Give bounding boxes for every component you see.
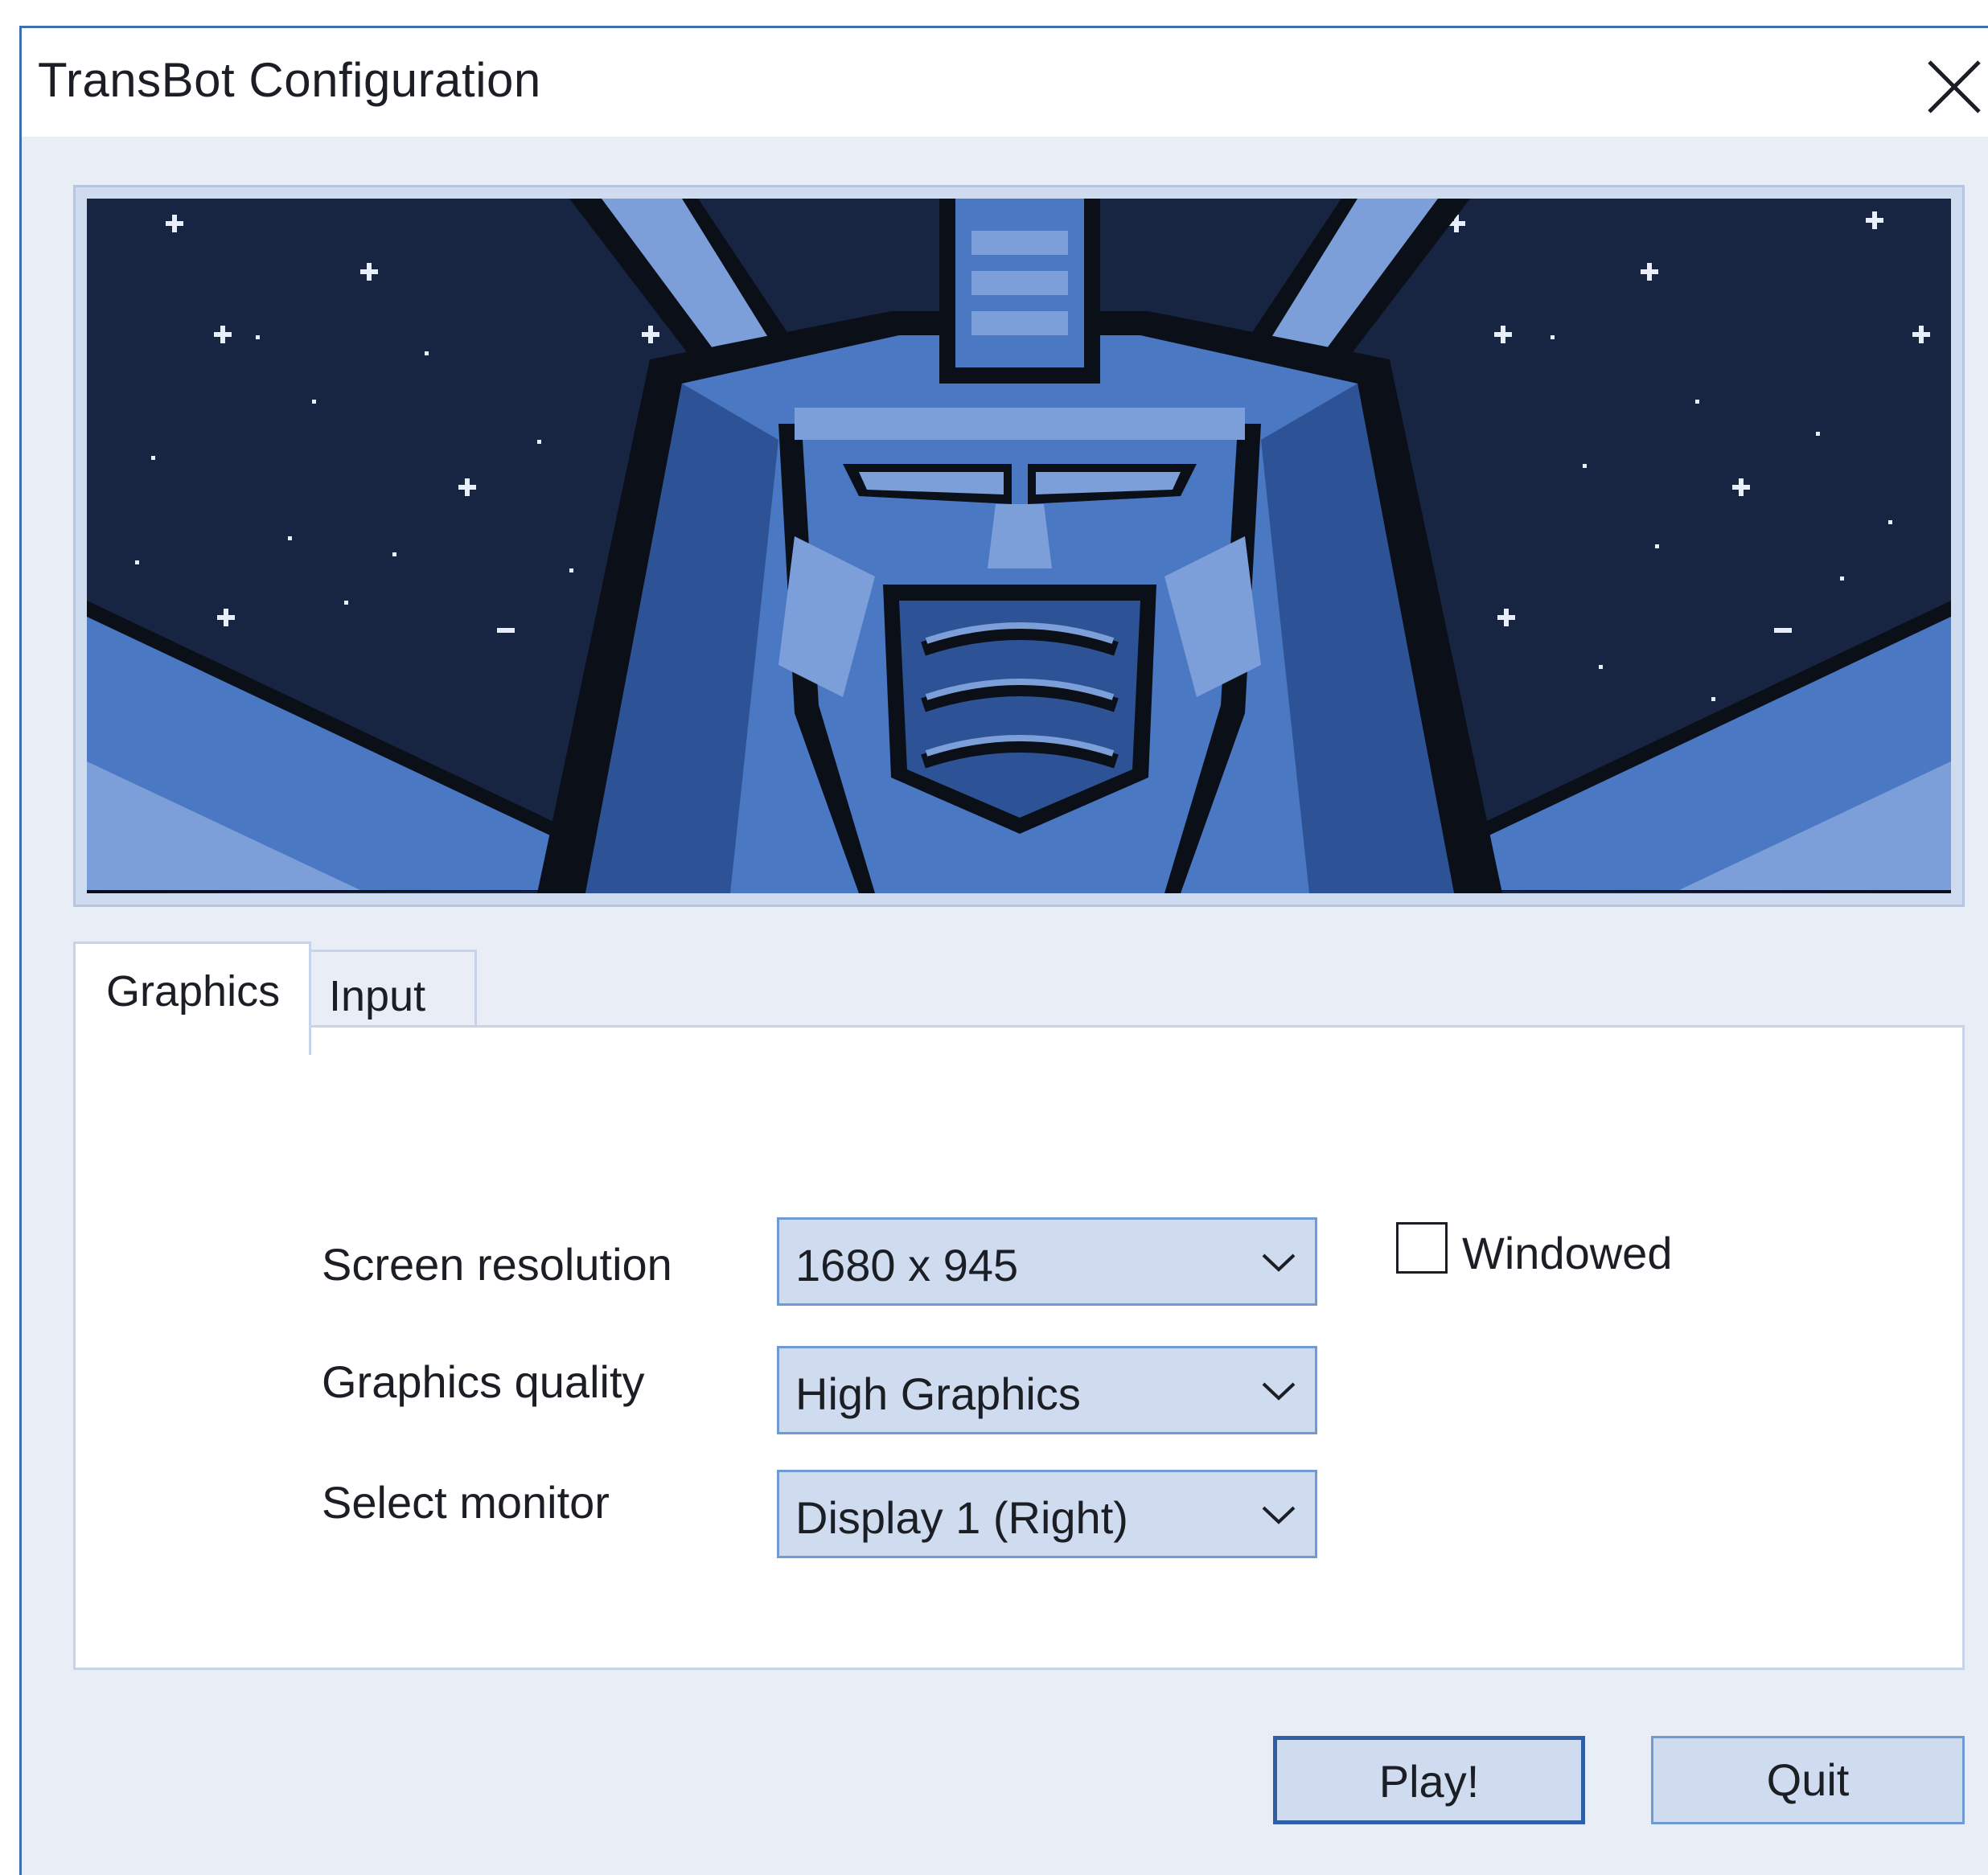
chevron-down-icon bbox=[1262, 1382, 1296, 1401]
close-icon bbox=[1928, 60, 1981, 113]
config-dialog: TransBot Configuration Graphics Input Sc… bbox=[19, 26, 1988, 1875]
game-banner-image bbox=[87, 199, 1951, 893]
select-monitor-value: Display 1 (Right) bbox=[795, 1492, 1128, 1543]
robot-head-illustration bbox=[87, 199, 1951, 893]
windowed-checkbox[interactable] bbox=[1396, 1222, 1448, 1274]
graphics-quality-value: High Graphics bbox=[795, 1368, 1081, 1419]
graphics-quality-dropdown[interactable]: High Graphics bbox=[777, 1346, 1317, 1434]
tab-input[interactable]: Input bbox=[311, 950, 477, 1027]
select-monitor-dropdown[interactable]: Display 1 (Right) bbox=[777, 1470, 1317, 1558]
select-monitor-label: Select monitor bbox=[322, 1477, 610, 1528]
screen-resolution-label: Screen resolution bbox=[322, 1239, 672, 1290]
quit-button[interactable]: Quit bbox=[1651, 1736, 1965, 1824]
screen-resolution-value: 1680 x 945 bbox=[795, 1240, 1019, 1290]
screen-resolution-dropdown[interactable]: 1680 x 945 bbox=[777, 1217, 1317, 1306]
tab-graphics-label: Graphics bbox=[106, 967, 281, 1015]
graphics-tab-panel: Screen resolution 1680 x 945 Windowed Gr… bbox=[73, 1025, 1965, 1670]
play-button[interactable]: Play! bbox=[1273, 1736, 1585, 1824]
tab-graphics[interactable]: Graphics bbox=[73, 942, 311, 1055]
chevron-down-icon bbox=[1262, 1506, 1296, 1524]
graphics-quality-label: Graphics quality bbox=[322, 1356, 645, 1407]
close-button[interactable] bbox=[1918, 51, 1988, 123]
windowed-label[interactable]: Windowed bbox=[1462, 1227, 1672, 1279]
title-bar[interactable]: TransBot Configuration bbox=[22, 28, 1988, 137]
banner-frame bbox=[73, 185, 1965, 907]
chevron-down-icon bbox=[1262, 1253, 1296, 1272]
window-title: TransBot Configuration bbox=[38, 53, 541, 107]
tab-input-label: Input bbox=[329, 972, 426, 1020]
